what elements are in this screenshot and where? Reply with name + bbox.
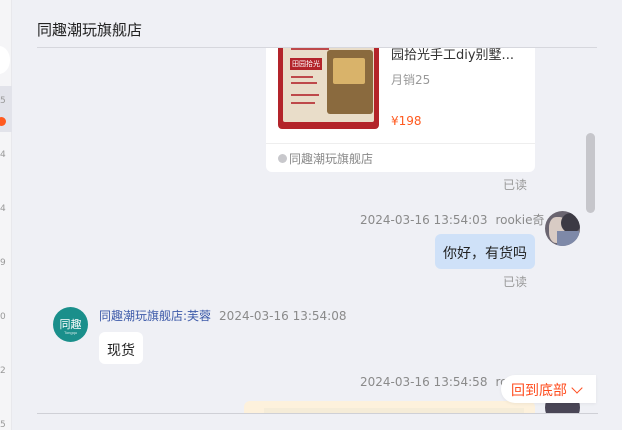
product-price: ¥198 [391,114,422,128]
product-sales: 月销25 [391,73,431,87]
my-message-bubble[interactable]: 你好，有货吗 [435,234,535,269]
product-thumbnail[interactable]: 田园拾光 [278,38,379,129]
card-shop-link[interactable]: 同趣潮玩旗舰店 [278,150,373,167]
header-divider [37,47,597,48]
message-meta: 同趣潮玩旗舰店:芙蓉 2024-03-16 13:54:08 [99,307,347,324]
list-count: 5 [0,96,6,106]
scroll-to-bottom-label: 回到底部 [511,383,567,399]
message-meta: 2024-03-16 13:54:03 rookie奇 [360,211,544,228]
chat-header: 同趣潮玩旗舰店 [12,0,622,48]
dollhouse-image [327,50,373,114]
page-title: 同趣潮玩旗舰店 [37,21,143,39]
list-count: 5 [0,420,6,430]
read-status: 已读 [503,275,528,289]
product-card[interactable]: 田园拾光 园拾光手工diy别墅... 月销25 ¥198 同趣潮玩旗舰店 [266,38,535,172]
input-divider [37,413,598,414]
card-divider [266,143,535,144]
message-meta: 2024-03-16 13:54:58ro [360,375,507,389]
read-status: 已读 [503,178,528,192]
sender-name: rookie奇 [495,213,545,227]
message-timestamp: 2024-03-16 13:54:03 [360,213,488,227]
list-avatar-edge[interactable] [0,46,10,74]
shop-message-bubble[interactable]: 现货 [99,332,143,364]
list-count: 4 [0,204,6,214]
list-count: 0 [0,312,6,322]
scroll-to-bottom-button[interactable]: 回到底部 [501,375,596,403]
list-count: 4 [0,150,6,160]
list-count: 2 [0,366,6,376]
shop-icon [278,154,287,163]
scrollbar-thumb[interactable] [586,133,595,213]
shop-logo-subtext: Tongqu [63,330,78,335]
list-count: 9 [0,258,6,268]
input-area-edge [12,414,622,430]
thumbnail-title: 田园拾光 [290,58,322,70]
sender-name: 同趣潮玩旗舰店:芙蓉 [99,309,212,323]
card-shop-name: 同趣潮玩旗舰店 [289,152,374,166]
message-timestamp: 2024-03-16 13:54:08 [219,309,347,323]
chevron-down-icon [571,382,583,394]
conversation-list-strip: 5 4 4 9 0 2 5 [0,0,12,430]
shop-avatar[interactable]: 同趣 Tongqu [53,307,88,342]
user-avatar[interactable] [545,211,580,246]
message-timestamp: 2024-03-16 13:54:58 [360,375,488,389]
